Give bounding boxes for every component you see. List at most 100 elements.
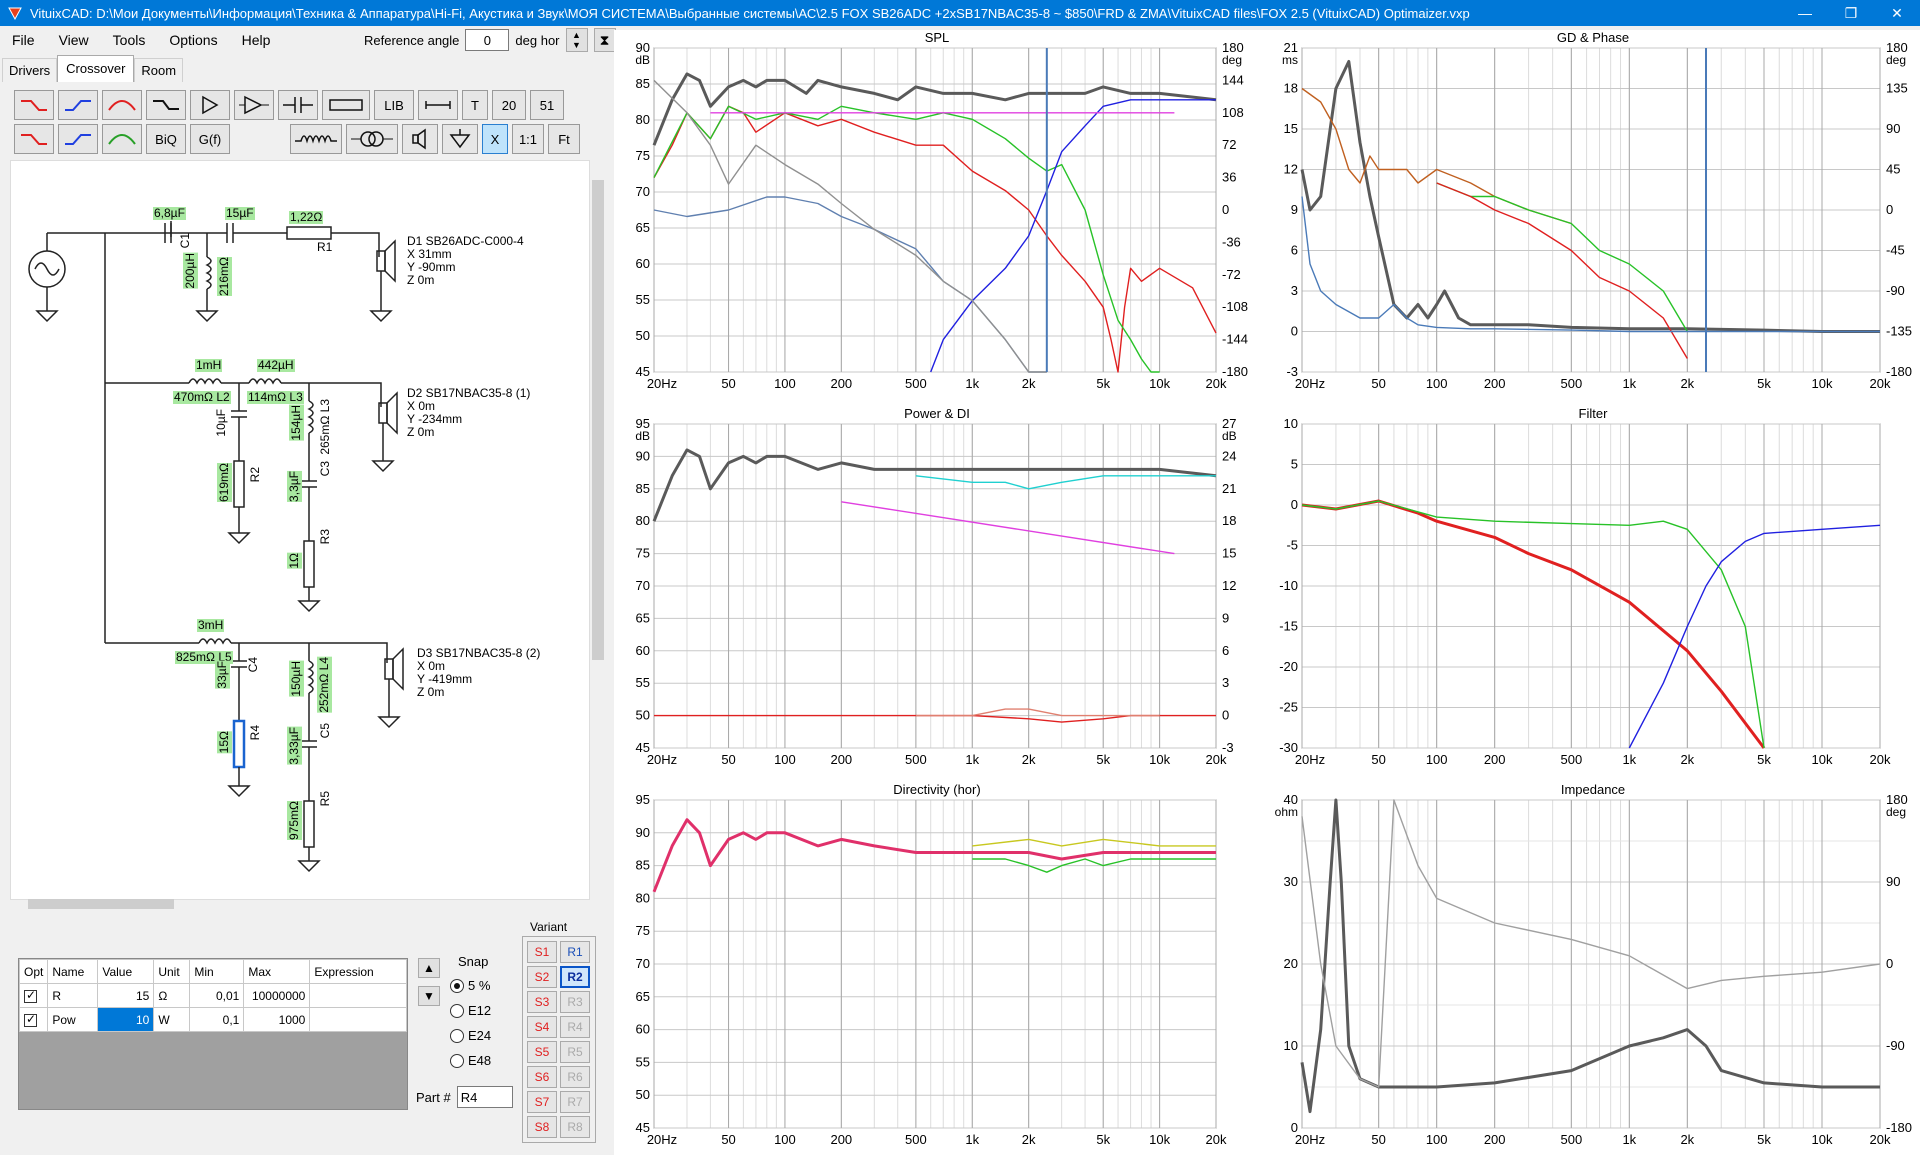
snap-e12[interactable]: E12 [450, 998, 520, 1023]
r3-value[interactable]: 1Ω [287, 553, 302, 569]
variant-s8[interactable]: S8 [527, 1116, 557, 1138]
schematic-hscroll[interactable] [10, 896, 606, 912]
inductor-button[interactable] [290, 124, 342, 154]
hscroll-thumb[interactable] [28, 899, 174, 909]
close-button[interactable]: ✕ [1874, 0, 1920, 26]
library-button[interactable]: LIB [374, 90, 414, 120]
variant-r7[interactable]: R7 [560, 1091, 590, 1113]
variant-s7[interactable]: S7 [527, 1091, 557, 1113]
c4-value[interactable]: 33µF [215, 661, 230, 689]
variant-r5[interactable]: R5 [560, 1041, 590, 1063]
param-max[interactable]: 10000000 [243, 983, 311, 1008]
spl-chart[interactable]: SPL 90 85 80 75 70 65 60 55 50 45 180 144 108 72 36 0 -3… [622, 30, 1252, 398]
variant-s4[interactable]: S4 [527, 1016, 557, 1038]
r4-value[interactable]: 15Ω [217, 731, 232, 754]
driver-button[interactable] [402, 124, 438, 154]
l1-resistance[interactable]: 216mΩ [217, 257, 232, 296]
lowpass-red2-button[interactable] [14, 124, 54, 154]
directivity-chart[interactable]: Directivity (hor) 95 90 85 80 75 70 65 60 55 50 45… [622, 782, 1252, 1154]
l2-value[interactable]: 1mH [195, 359, 223, 372]
move-down-button[interactable]: ▼ [418, 986, 440, 1006]
variant-s3[interactable]: S3 [527, 991, 557, 1013]
shelf-button[interactable] [146, 90, 186, 120]
resistor-button[interactable] [322, 90, 370, 120]
menu-tools[interactable]: Tools [101, 32, 158, 48]
menu-view[interactable]: View [47, 32, 101, 48]
snap-5pct[interactable]: 5 % [450, 973, 520, 998]
biquad-button[interactable]: BiQ [146, 124, 186, 154]
l1-value[interactable]: 200µH [183, 253, 198, 289]
c5-value[interactable]: 3,33µF [287, 727, 302, 765]
variant-r2[interactable]: R2 [560, 966, 590, 988]
bandpass-red-button[interactable] [102, 90, 142, 120]
buffer-button[interactable] [190, 90, 230, 120]
radio-icon[interactable] [450, 978, 464, 993]
gd-phase-chart[interactable]: GD & Phase 21 18 15 12 9 6 3 0 -3 180 135 90 45 0 -45-… [1270, 30, 1916, 398]
ground-button[interactable] [442, 124, 478, 154]
highpass-blue2-button[interactable] [58, 124, 98, 154]
tab-crossover[interactable]: Crossover [57, 55, 135, 82]
l4-resistance[interactable]: 252mΩ L4 [317, 657, 332, 713]
param-value[interactable]: 10 [97, 1007, 155, 1032]
wire-button[interactable] [418, 90, 458, 120]
variant-r4[interactable]: R4 [560, 1016, 590, 1038]
c3-value[interactable]: 3,3µF [287, 471, 302, 502]
maximize-button[interactable]: ❐ [1828, 0, 1874, 26]
r1-value[interactable]: 1,22Ω [289, 211, 324, 224]
zoom-fit-button[interactable]: Ft [548, 124, 580, 154]
menu-options[interactable]: Options [157, 32, 229, 48]
c-15uf-value[interactable]: 15µF [225, 207, 255, 220]
menu-file[interactable]: File [0, 32, 47, 48]
vscroll-thumb[interactable] [592, 180, 604, 660]
schematic-vscroll[interactable] [590, 160, 606, 900]
filter-chart[interactable]: Filter 10 5 0 -5 -10 -15 -20 -25 -30 20Hz 50 100 200… [1270, 406, 1916, 774]
param-expression[interactable] [309, 1007, 407, 1032]
l2-resistance[interactable]: 470mΩ L2 [173, 391, 231, 404]
variant-r1[interactable]: R1 [560, 941, 590, 963]
param-value[interactable]: 15 [97, 983, 155, 1008]
r2-value[interactable]: 619mΩ [217, 463, 232, 502]
l3-resistance[interactable]: 114mΩ L3 [247, 391, 304, 404]
variant-s1[interactable]: S1 [527, 941, 557, 963]
value-51-button[interactable]: 51 [530, 90, 564, 120]
param-expression[interactable] [309, 983, 407, 1008]
l3-value[interactable]: 442µH [257, 359, 295, 372]
l4-value[interactable]: 150µH [289, 661, 304, 697]
amplifier-button[interactable] [234, 90, 274, 120]
power-di-chart[interactable]: Power & DI 95 90 85 80 75 70 65 60 55 50 45 27 24 21 1… [622, 406, 1252, 774]
radio-icon[interactable] [450, 1003, 464, 1018]
minimize-button[interactable]: — [1782, 0, 1828, 26]
variant-r8[interactable]: R8 [560, 1116, 590, 1138]
text-button[interactable]: T [462, 90, 488, 120]
part-number-input[interactable] [456, 1086, 513, 1108]
variant-r6[interactable]: R6 [560, 1066, 590, 1088]
l3b-value[interactable]: 154µH [289, 405, 304, 441]
param-min[interactable]: 0,01 [189, 983, 245, 1008]
table-row[interactable]: R 15 Ω 0,01 10000000 [18, 983, 407, 1008]
check-icon[interactable] [24, 1012, 37, 1027]
r5-value[interactable]: 975mΩ [287, 801, 302, 840]
zoom-1-1-button[interactable]: 1:1 [512, 124, 544, 154]
bandpass-green-button[interactable] [102, 124, 142, 154]
c1-value[interactable]: 6,8µF [153, 207, 186, 220]
reference-angle-input[interactable] [465, 29, 510, 51]
snap-e24[interactable]: E24 [450, 1023, 520, 1048]
opt-checkbox[interactable] [18, 983, 49, 1008]
param-max[interactable]: 1000 [243, 1007, 311, 1032]
param-min[interactable]: 0,1 [189, 1007, 245, 1032]
angle-reset-button[interactable]: ⧗ [593, 28, 616, 52]
menu-help[interactable]: Help [230, 32, 283, 48]
check-icon[interactable] [24, 988, 37, 1003]
impedance-chart[interactable]: Impedance 40 30 20 10 0 180 90 0 -90 -180 ohm deg 20… [1270, 782, 1916, 1154]
crossover-schematic[interactable]: 6,8µF C1 15µF 1,22Ω R1 200µH 216mΩ D1 SB… [10, 160, 590, 900]
tab-drivers[interactable]: Drivers [2, 58, 58, 82]
radio-icon[interactable] [450, 1028, 464, 1043]
radio-icon[interactable] [450, 1053, 464, 1068]
transformer-button[interactable] [346, 124, 398, 154]
lowpass-red-button[interactable] [14, 90, 54, 120]
variant-s5[interactable]: S5 [527, 1041, 557, 1063]
variant-s2[interactable]: S2 [527, 966, 557, 988]
highpass-blue-button[interactable] [58, 90, 98, 120]
table-row[interactable]: Pow 10 W 0,1 1000 [18, 1007, 407, 1032]
snap-e48[interactable]: E48 [450, 1048, 520, 1073]
